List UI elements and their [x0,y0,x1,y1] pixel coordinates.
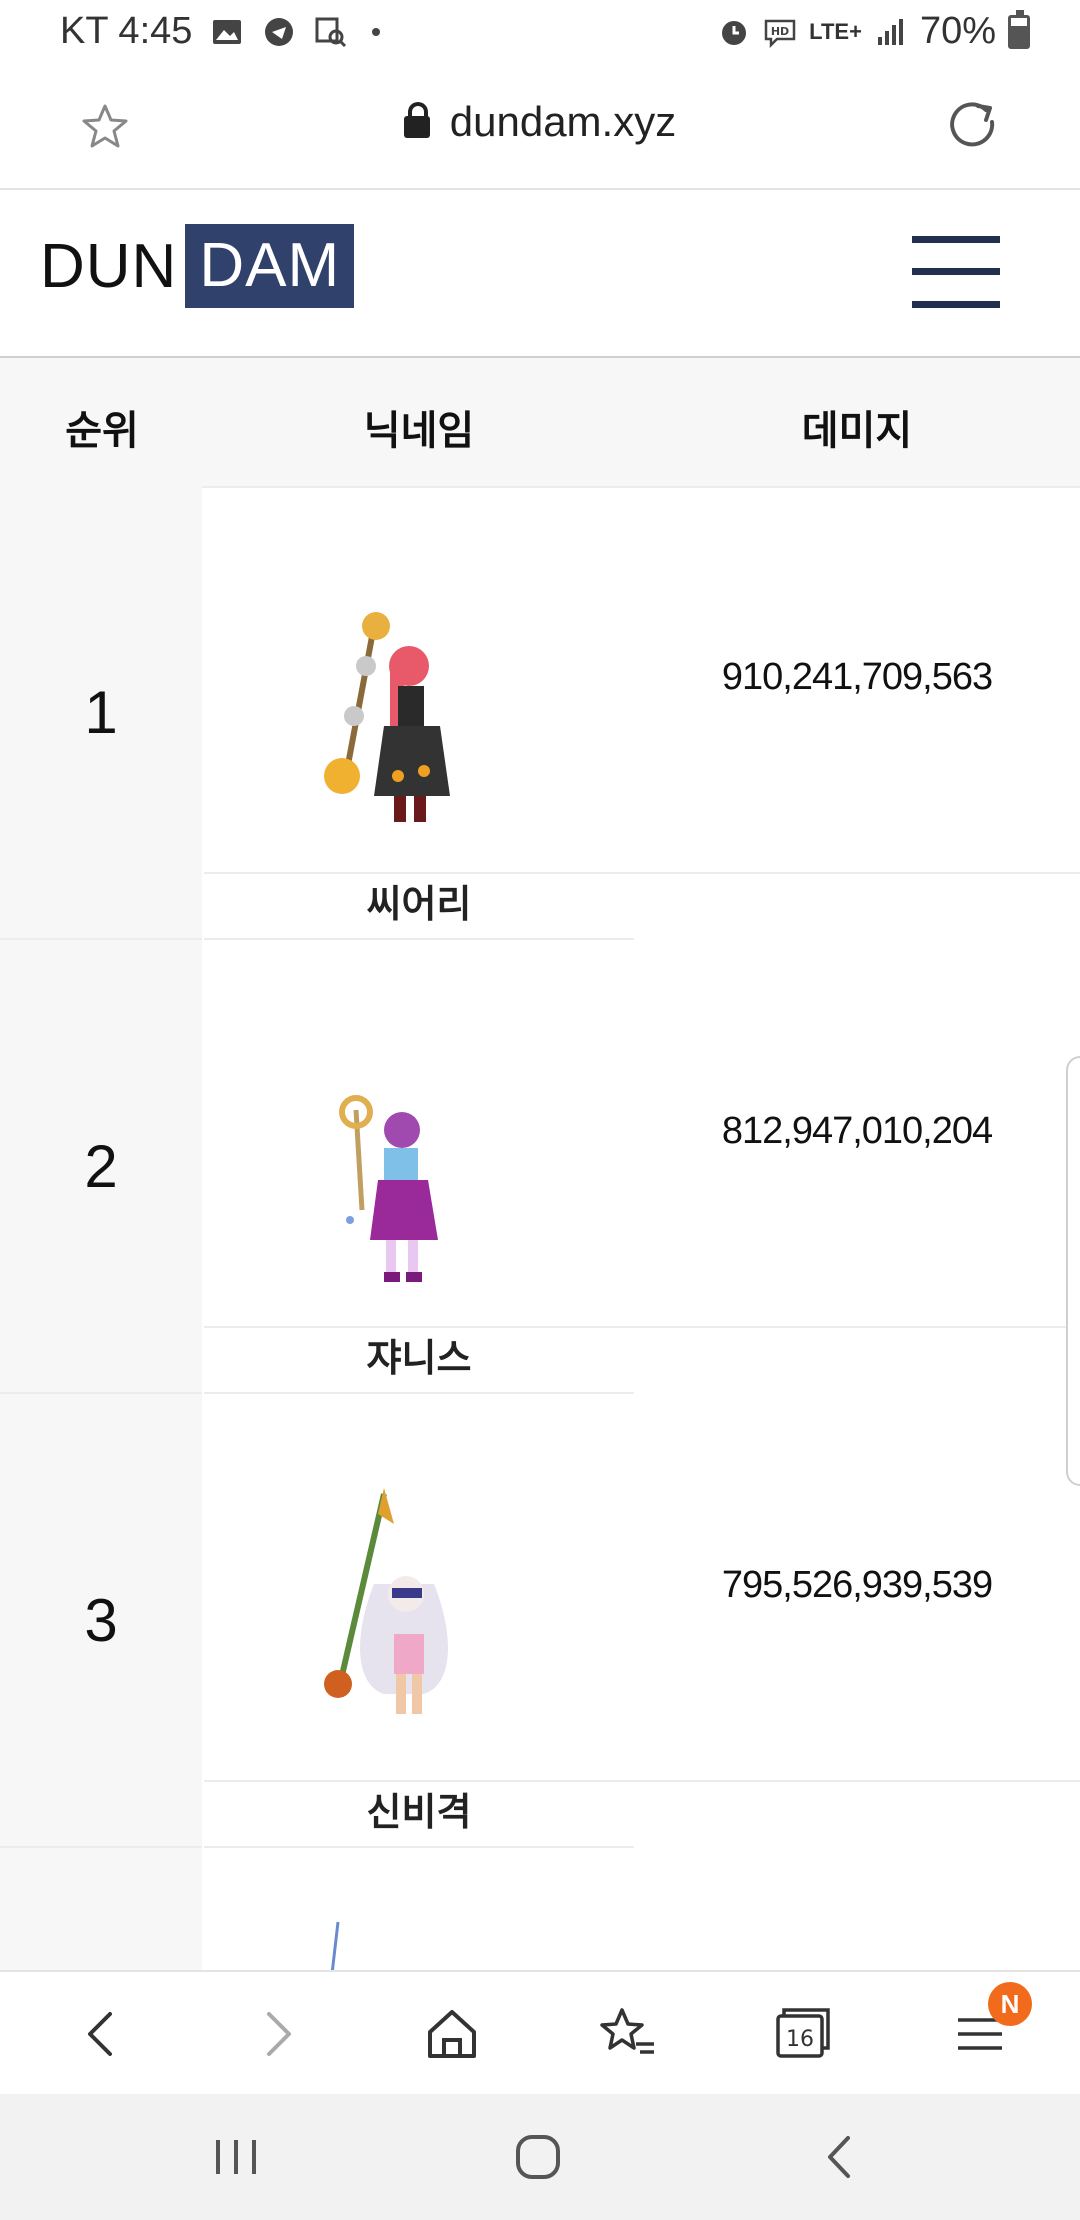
rank-cell: 2 [0,940,202,1394]
carrier-time: KT 4:45 [60,10,193,52]
menu-button[interactable]: N [948,1982,1032,2066]
column-header-rank: 순위 [65,409,139,453]
character-avatar-cell[interactable] [204,1394,634,1782]
svg-text:HD: HD [771,25,789,38]
home-circle-icon[interactable] [508,2132,568,2182]
status-bar: KT 4:45 HD LTE+ 70% [0,0,1080,66]
character-avatar-cell[interactable] [204,1848,634,1970]
character-name[interactable]: 쟈니스 [204,1326,634,1394]
scroll-handle[interactable] [1066,1056,1080,1486]
table-row[interactable]: 3 신비격 795,526,939,539 [0,1394,1080,1848]
forward-icon[interactable] [245,2002,309,2066]
damage-value: 910,241,709,563 [721,656,993,698]
back-chevron-icon[interactable] [810,2132,870,2182]
recents-icon[interactable] [206,2132,266,2182]
character-name[interactable]: 씨어리 [204,872,634,940]
character-sprite-icon [324,1488,448,1714]
browser-toolbar: 16 N [0,1970,1080,2096]
hamburger-menu-icon[interactable] [912,234,1000,310]
status-right: HD LTE+ 70% [717,9,1030,53]
hd-voice-icon: HD [764,19,796,48]
damage-cell: 795,526,939,539 [634,1394,1080,1782]
status-left: KT 4:45 [60,10,381,53]
damage-cell: 812,947,010,204 [634,940,1080,1328]
site-header: DUN DAM [0,190,1080,358]
bookmarks-icon[interactable] [596,2002,660,2066]
reload-icon[interactable] [946,100,1000,154]
character-name[interactable]: 신비격 [204,1780,634,1848]
table-row[interactable]: 1 씨어리 910,241,709,563 [0,486,1080,940]
character-avatar-cell[interactable] [204,486,634,874]
tab-count: 16 [786,2027,814,2052]
column-header-nickname: 닉네임 [363,409,475,453]
lock-icon [403,102,430,138]
table-row[interactable]: 2 쟈니스 812,947,010,204 [0,940,1080,1394]
network-type: LTE+ [809,18,862,44]
rank-cell: 3 [0,1394,202,1848]
url-text: dundam.xyz [449,98,677,145]
home-icon[interactable] [420,2002,484,2066]
browser-url-bar: dundam.xyz [0,66,1080,190]
alarm-icon [722,20,747,45]
back-icon[interactable] [70,2002,134,2066]
damage-value: 795,526,939,539 [721,1564,993,1606]
character-sprite-icon [330,1921,340,1970]
battery-icon [1008,9,1030,49]
logo-text-dun: DUN [40,231,178,301]
url-field[interactable]: dundam.xyz [0,98,1080,146]
character-sprite-icon [324,612,450,822]
app-icon [265,17,294,46]
search-icon [315,17,347,47]
character-sprite-icon [339,1095,438,1282]
tabs-icon: 16 [776,2008,830,2058]
notification-dot [372,27,381,36]
system-nav-bar [0,2094,1080,2220]
ranking-table-header: 순위 닉네임 데미지 [0,358,1080,488]
logo-text-dam: DAM [185,224,355,308]
notification-badge: N [988,1982,1032,2026]
character-avatar-cell[interactable] [204,940,634,1328]
damage-value: 812,947,010,204 [721,1110,993,1152]
signal-icon [877,18,903,45]
table-row[interactable] [0,1848,1080,1970]
ranking-table-body: 1 씨어리 910,241,709,563 2 쟈니스 812,947,010,… [0,486,1080,1970]
battery-percent: 70% [919,10,996,52]
tabs-button[interactable]: 16 [770,2002,834,2066]
site-logo[interactable]: DUN DAM [40,224,355,308]
damage-cell: 910,241,709,563 [634,486,1080,874]
rank-cell [0,1848,202,1970]
rank-cell: 1 [0,486,202,940]
gallery-icon [213,19,242,44]
column-header-damage: 데미지 [801,409,913,453]
